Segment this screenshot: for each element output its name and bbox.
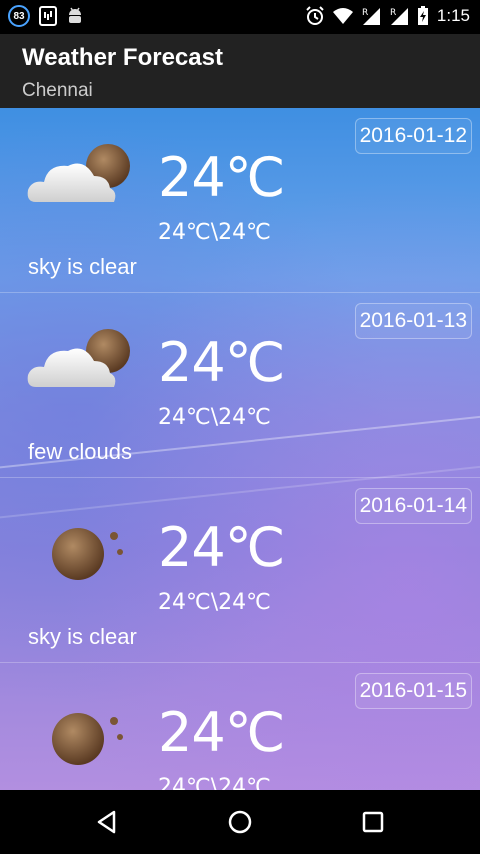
signal-roaming-icon: R: [361, 6, 381, 26]
temperature-range: 24℃\24℃: [158, 220, 271, 245]
alarm-icon: [305, 6, 325, 26]
forecast-date: 2016-01-12: [354, 118, 472, 154]
forecast-date: 2016-01-15: [354, 673, 472, 709]
svg-text:R: R: [362, 8, 368, 18]
forecast-row[interactable]: 2016-01-14 24℃ 24℃\24℃ sky is clear: [0, 478, 480, 663]
battery-charging-icon: [417, 6, 429, 26]
forecast-date: 2016-01-14: [354, 488, 472, 524]
partly-cloudy-icon: [27, 144, 130, 202]
navigation-bar: [0, 790, 480, 854]
clear-sky-icon: [52, 528, 123, 580]
recents-icon[interactable]: [358, 807, 388, 837]
location-subtitle: Chennai: [22, 80, 93, 101]
partly-cloudy-icon: [27, 329, 130, 387]
weather-description: sky is clear: [28, 624, 137, 649]
weather-description: sky is clear: [28, 254, 137, 279]
home-icon[interactable]: [225, 807, 255, 837]
current-temperature: 24℃: [158, 146, 285, 209]
app-title: Weather Forecast: [22, 44, 223, 71]
forecast-row[interactable]: 2016-01-13 24℃ 24℃\24℃ few clouds: [0, 293, 480, 478]
notification-badge-icon: 83: [8, 5, 30, 27]
clear-sky-icon: [52, 713, 123, 765]
back-icon[interactable]: [92, 807, 122, 837]
wifi-icon: [332, 7, 353, 25]
forecast-row[interactable]: 2016-01-15 24℃ 24℃\24℃: [0, 663, 480, 790]
weather-description: few clouds: [28, 439, 132, 464]
app-bar: Weather Forecast Chennai: [0, 34, 480, 108]
forecast-list[interactable]: 2016-01-12 24℃ 24℃\24℃ sky is clear 2016…: [0, 108, 480, 790]
forecast-row[interactable]: 2016-01-12 24℃ 24℃\24℃ sky is clear: [0, 108, 480, 293]
temperature-range: 24℃\24℃: [158, 775, 271, 790]
forecast-date: 2016-01-13: [354, 303, 472, 339]
sim-card-icon: [38, 6, 58, 26]
status-time: 1:15: [436, 6, 470, 25]
svg-text:R: R: [390, 8, 396, 18]
current-temperature: 24℃: [158, 701, 285, 764]
status-bar: 83 R R 1:15: [0, 0, 480, 34]
signal-roaming-icon: R: [389, 6, 409, 26]
current-temperature: 24℃: [158, 331, 285, 394]
temperature-range: 24℃\24℃: [158, 405, 271, 430]
temperature-range: 24℃\24℃: [158, 590, 271, 615]
android-debug-icon: [66, 6, 84, 26]
current-temperature: 24℃: [158, 516, 285, 579]
